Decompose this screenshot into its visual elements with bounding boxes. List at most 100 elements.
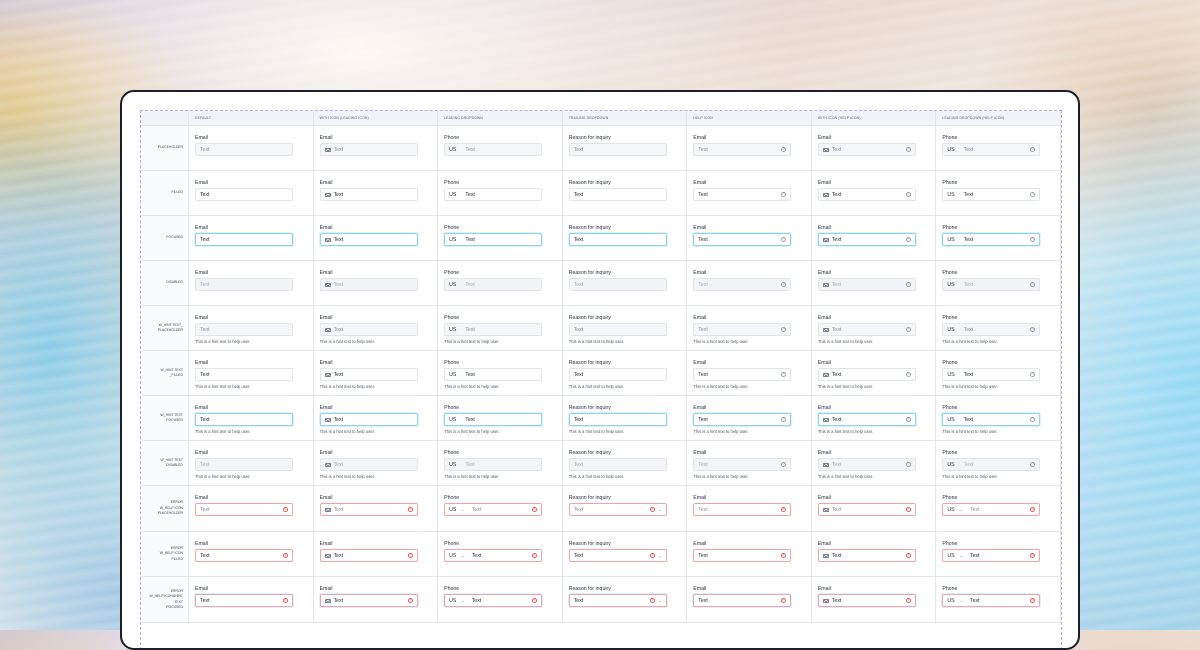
text-input[interactable]: Text — [568, 368, 667, 381]
country-select[interactable]: US — [947, 462, 960, 468]
chevron-down-icon[interactable]: ⌄ — [658, 507, 662, 513]
help-circle-icon[interactable]: ? — [1030, 372, 1036, 377]
text-input[interactable]: US Text — [444, 143, 543, 156]
text-input[interactable]: Text? — [817, 368, 916, 381]
country-select[interactable]: US — [449, 147, 462, 153]
text-input[interactable]: Text — [319, 323, 418, 336]
country-select[interactable]: US — [449, 417, 462, 423]
help-circle-icon[interactable]: ? — [781, 282, 787, 287]
help-circle-icon[interactable]: ? — [781, 417, 787, 422]
text-input[interactable]: US Text? — [942, 143, 1041, 156]
country-select[interactable]: US — [947, 192, 960, 198]
text-input[interactable]: Text! — [319, 594, 418, 607]
text-input[interactable]: Text? — [693, 233, 792, 246]
text-input[interactable]: US Text? — [942, 323, 1041, 336]
text-input[interactable]: Text! — [817, 503, 916, 516]
text-input[interactable]: US ⌄ Text! — [942, 594, 1041, 607]
text-input[interactable]: Text? — [817, 233, 916, 246]
country-select[interactable]: US — [947, 282, 960, 288]
help-circle-icon[interactable]: ? — [1030, 327, 1036, 332]
country-select[interactable]: US — [449, 282, 462, 288]
help-circle-icon[interactable]: ? — [1030, 462, 1036, 467]
country-select[interactable]: US — [449, 237, 462, 243]
text-input[interactable]: Text — [568, 143, 667, 156]
text-input[interactable]: US Text — [444, 368, 543, 381]
text-input[interactable]: Text! — [319, 503, 418, 516]
text-input[interactable]: Text — [319, 143, 418, 156]
text-input[interactable]: US ⌄ Text! — [444, 503, 543, 516]
text-input[interactable]: Text! ⌄ — [568, 594, 667, 607]
text-input[interactable]: Text! — [693, 594, 792, 607]
text-input[interactable]: US Text — [444, 413, 543, 426]
text-input[interactable]: Text? — [817, 323, 916, 336]
help-circle-icon[interactable]: ? — [905, 417, 911, 422]
text-input[interactable]: US Text? — [942, 413, 1041, 426]
text-input[interactable]: Text — [195, 413, 293, 426]
text-input[interactable]: Text! — [195, 549, 293, 562]
country-select[interactable]: US — [449, 192, 462, 198]
text-input[interactable]: Text! ⌄ — [568, 503, 667, 516]
text-input[interactable]: Text — [195, 323, 293, 336]
chevron-down-icon[interactable]: ⌄ — [658, 553, 662, 559]
text-input[interactable]: US ⌄ Text! — [444, 594, 543, 607]
text-input[interactable]: US Text? — [942, 188, 1041, 201]
help-circle-icon[interactable]: ? — [1030, 147, 1036, 152]
text-input[interactable]: US ⌄ Text! — [444, 549, 543, 562]
text-input[interactable]: US Text — [444, 188, 543, 201]
text-input[interactable]: Text? — [817, 143, 916, 156]
help-circle-icon[interactable]: ? — [905, 372, 911, 377]
text-input[interactable]: Text — [568, 233, 667, 246]
text-input[interactable]: Text? — [817, 188, 916, 201]
text-input[interactable]: Text — [319, 413, 418, 426]
country-select[interactable]: US — [449, 372, 462, 378]
help-circle-icon[interactable]: ? — [1030, 417, 1036, 422]
text-input[interactable]: US Text? — [942, 368, 1041, 381]
text-input[interactable]: US ⌄ Text! — [942, 549, 1041, 562]
text-input[interactable]: Text — [195, 368, 293, 381]
country-select[interactable]: US — [947, 417, 960, 423]
text-input[interactable]: Text? — [693, 323, 792, 336]
help-circle-icon[interactable]: ? — [1030, 237, 1036, 242]
text-input[interactable]: Text? — [693, 368, 792, 381]
text-input[interactable]: US Text? — [942, 233, 1041, 246]
text-input[interactable]: Text — [319, 188, 418, 201]
chevron-down-icon[interactable]: ⌄ — [658, 598, 662, 604]
help-circle-icon[interactable]: ? — [781, 192, 787, 197]
help-circle-icon[interactable]: ? — [781, 462, 787, 467]
country-select[interactable]: US — [449, 462, 462, 468]
text-input[interactable]: US ⌄ Text! — [942, 503, 1041, 516]
text-input[interactable]: Text — [568, 323, 667, 336]
country-select[interactable]: US — [449, 327, 462, 333]
text-input[interactable]: US Text — [444, 233, 543, 246]
text-input[interactable]: Text! — [693, 549, 792, 562]
help-circle-icon[interactable]: ? — [1030, 282, 1036, 287]
text-input[interactable]: Text — [195, 188, 293, 201]
text-input[interactable]: Text? — [693, 143, 792, 156]
text-input[interactable]: Text — [319, 368, 418, 381]
text-input[interactable]: Text — [568, 188, 667, 201]
help-circle-icon[interactable]: ? — [781, 372, 787, 377]
text-input[interactable]: Text — [195, 143, 293, 156]
text-input[interactable]: Text? — [693, 413, 792, 426]
help-circle-icon[interactable]: ? — [781, 237, 787, 242]
text-input[interactable]: Text? — [693, 188, 792, 201]
text-input[interactable]: Text! ⌄ — [568, 549, 667, 562]
help-circle-icon[interactable]: ? — [905, 192, 911, 197]
text-input[interactable]: US Text — [444, 323, 543, 336]
text-input[interactable]: Text! — [693, 503, 792, 516]
text-input[interactable]: Text! — [817, 549, 916, 562]
help-circle-icon[interactable]: ? — [905, 327, 911, 332]
country-select[interactable]: US — [947, 372, 960, 378]
help-circle-icon[interactable]: ? — [1030, 192, 1036, 197]
country-select[interactable]: US — [947, 237, 960, 243]
text-input[interactable]: Text! — [817, 594, 916, 607]
help-circle-icon[interactable]: ? — [905, 237, 911, 242]
help-circle-icon[interactable]: ? — [781, 147, 787, 152]
help-circle-icon[interactable]: ? — [905, 282, 911, 287]
help-circle-icon[interactable]: ? — [905, 147, 911, 152]
text-input[interactable]: Text — [195, 233, 293, 246]
text-input[interactable]: Text! — [195, 503, 293, 516]
text-input[interactable]: Text — [568, 413, 667, 426]
help-circle-icon[interactable]: ? — [781, 327, 787, 332]
help-circle-icon[interactable]: ? — [905, 462, 911, 467]
